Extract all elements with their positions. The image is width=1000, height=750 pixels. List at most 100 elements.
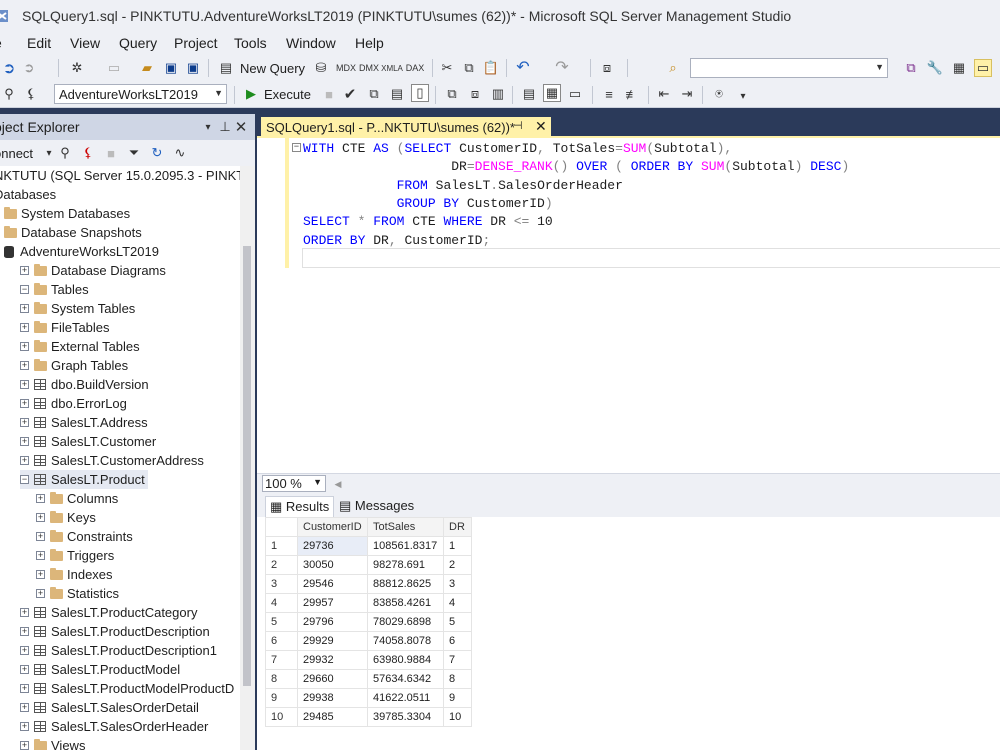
table-row[interactable]: 1 29736 108561.8317 1: [265, 536, 472, 556]
cancel-query-icon[interactable]: ■: [320, 85, 338, 103]
tree-item[interactable]: + SalesLT.ProductDescription1: [20, 641, 220, 660]
activity-pulse-icon[interactable]: ∿: [171, 144, 189, 162]
collapse-icon[interactable]: −: [20, 285, 29, 294]
menu-query[interactable]: Query: [119, 35, 157, 51]
new-query-button[interactable]: New Query: [240, 61, 305, 76]
client-statistics-icon[interactable]: ▥: [489, 85, 507, 103]
table-row[interactable]: 3 29546 88812.8625 3: [265, 574, 472, 594]
expand-icon[interactable]: +: [36, 589, 45, 598]
uncomment-lines-icon[interactable]: ≢: [623, 85, 641, 103]
forward-icon[interactable]: ➲: [20, 59, 38, 77]
cell-totsales[interactable]: 108561.8317: [367, 536, 444, 556]
save-all-icon[interactable]: ▣: [184, 59, 202, 77]
cell-totsales[interactable]: 39785.3304: [367, 707, 444, 727]
table-row[interactable]: 7 29932 63980.9884 7: [265, 650, 472, 670]
tree-item[interactable]: + External Tables: [20, 337, 143, 356]
comment-lines-icon[interactable]: ≡: [600, 85, 618, 103]
cell-customerid[interactable]: 29660: [297, 669, 368, 689]
connect-plug-icon[interactable]: ⚲: [56, 144, 74, 162]
cell-customerid[interactable]: 29485: [297, 707, 368, 727]
add-item-icon[interactable]: ▭: [105, 59, 123, 77]
row-number[interactable]: 4: [265, 593, 298, 613]
cell-dr[interactable]: 9: [443, 688, 472, 708]
new-query-icon[interactable]: ▤: [217, 59, 235, 77]
expand-icon[interactable]: +: [20, 361, 29, 370]
zoom-select[interactable]: 100 % ▼: [262, 475, 326, 492]
column-header-totsales[interactable]: TotSales: [367, 517, 444, 537]
menu-view[interactable]: View: [70, 35, 100, 51]
row-number[interactable]: 2: [265, 555, 298, 575]
pin-icon[interactable]: ⊣: [513, 119, 523, 132]
expand-icon[interactable]: +: [36, 532, 45, 541]
tree-item[interactable]: + Triggers: [36, 546, 117, 565]
tree-item[interactable]: System Databases: [4, 204, 133, 223]
tree-item[interactable]: + Views: [20, 736, 88, 750]
expand-icon[interactable]: +: [20, 456, 29, 465]
tree-item[interactable]: + SalesLT.ProductDescription: [20, 622, 213, 641]
sql-code-editor[interactable]: − WITH CTE AS (SELECT CustomerID, TotSal…: [257, 138, 1000, 473]
database-engine-query-icon[interactable]: ⛁: [312, 59, 330, 77]
tree-item[interactable]: + Graph Tables: [20, 356, 131, 375]
table-row[interactable]: 6 29929 74058.8078 6: [265, 631, 472, 651]
menu-tools[interactable]: Tools: [234, 35, 267, 51]
intellisense-icon[interactable]: ▯: [411, 84, 429, 102]
solution-explorer-icon[interactable]: ⧉: [902, 59, 920, 77]
cell-dr[interactable]: 7: [443, 650, 472, 670]
expand-icon[interactable]: +: [20, 646, 29, 655]
tab-sqlquery1[interactable]: SQLQuery1.sql - P...NKTUTU\sumes (62))* …: [261, 117, 551, 138]
cell-totsales[interactable]: 98278.691: [367, 555, 444, 575]
table-row[interactable]: 2 30050 98278.691 2: [265, 555, 472, 575]
cell-totsales[interactable]: 78029.6898: [367, 612, 444, 632]
cell-customerid[interactable]: 29932: [297, 650, 368, 670]
cell-customerid[interactable]: 30050: [297, 555, 368, 575]
cell-dr[interactable]: 3: [443, 574, 472, 594]
cell-customerid[interactable]: 29957: [297, 593, 368, 613]
grid-corner[interactable]: [265, 517, 298, 537]
tree-item[interactable]: + dbo.BuildVersion: [20, 375, 152, 394]
live-query-statistics-icon[interactable]: ⧈: [466, 85, 484, 103]
results-to-grid-icon[interactable]: ▦: [543, 84, 561, 102]
tab-messages[interactable]: ▤ Messages: [335, 496, 418, 517]
row-number[interactable]: 1: [265, 536, 298, 556]
expand-icon[interactable]: +: [20, 684, 29, 693]
expand-icon[interactable]: +: [20, 741, 29, 750]
execute-button[interactable]: Execute: [264, 87, 311, 102]
refresh-icon[interactable]: ↻: [148, 144, 166, 162]
row-number[interactable]: 9: [265, 688, 298, 708]
new-project-icon[interactable]: ✲: [68, 59, 86, 77]
tree-item[interactable]: + Constraints: [36, 527, 136, 546]
toolbox-icon[interactable]: ▦: [950, 59, 968, 77]
toolbar-overflow-icon[interactable]: ▾: [734, 87, 752, 105]
dmx-query-icon[interactable]: DMX: [359, 59, 379, 77]
back-icon[interactable]: ➲: [0, 59, 18, 77]
cell-totsales[interactable]: 63980.9884: [367, 650, 444, 670]
cell-totsales[interactable]: 41622.0511: [367, 688, 444, 708]
results-grid[interactable]: CustomerID TotSales DR 1 29736 108561.8317…: [265, 517, 472, 727]
properties-wrench-icon[interactable]: 🔧: [926, 59, 944, 77]
redo-icon[interactable]: ↷: [553, 58, 571, 76]
cell-dr[interactable]: 2: [443, 555, 472, 575]
expand-icon[interactable]: +: [36, 551, 45, 560]
decrease-indent-icon[interactable]: ⇤: [655, 85, 673, 103]
tree-item[interactable]: + FileTables: [20, 318, 113, 337]
expand-icon[interactable]: +: [20, 627, 29, 636]
cell-totsales[interactable]: 74058.8078: [367, 631, 444, 651]
tree-item[interactable]: + Database Diagrams: [20, 261, 169, 280]
expand-icon[interactable]: +: [36, 570, 45, 579]
expand-icon[interactable]: +: [20, 399, 29, 408]
menu-file[interactable]: e: [0, 35, 2, 51]
tree-item[interactable]: + Columns: [36, 489, 121, 508]
close-icon[interactable]: ✕: [535, 118, 547, 135]
tree-item[interactable]: + SalesLT.SalesOrderHeader: [20, 717, 211, 736]
query-designer-icon[interactable]: ▤: [388, 85, 406, 103]
execute-play-icon[interactable]: ▶: [242, 85, 260, 103]
row-number[interactable]: 6: [265, 631, 298, 651]
results-to-text-icon[interactable]: ▤: [520, 85, 538, 103]
tree-item[interactable]: Database Snapshots: [4, 223, 145, 242]
expand-icon[interactable]: +: [20, 608, 29, 617]
cell-customerid[interactable]: 29929: [297, 631, 368, 651]
tree-item[interactable]: + Indexes: [36, 565, 116, 584]
cut-icon[interactable]: ✂: [438, 59, 456, 77]
output-window-icon[interactable]: ▭: [974, 59, 992, 77]
row-number[interactable]: 10: [265, 707, 298, 727]
